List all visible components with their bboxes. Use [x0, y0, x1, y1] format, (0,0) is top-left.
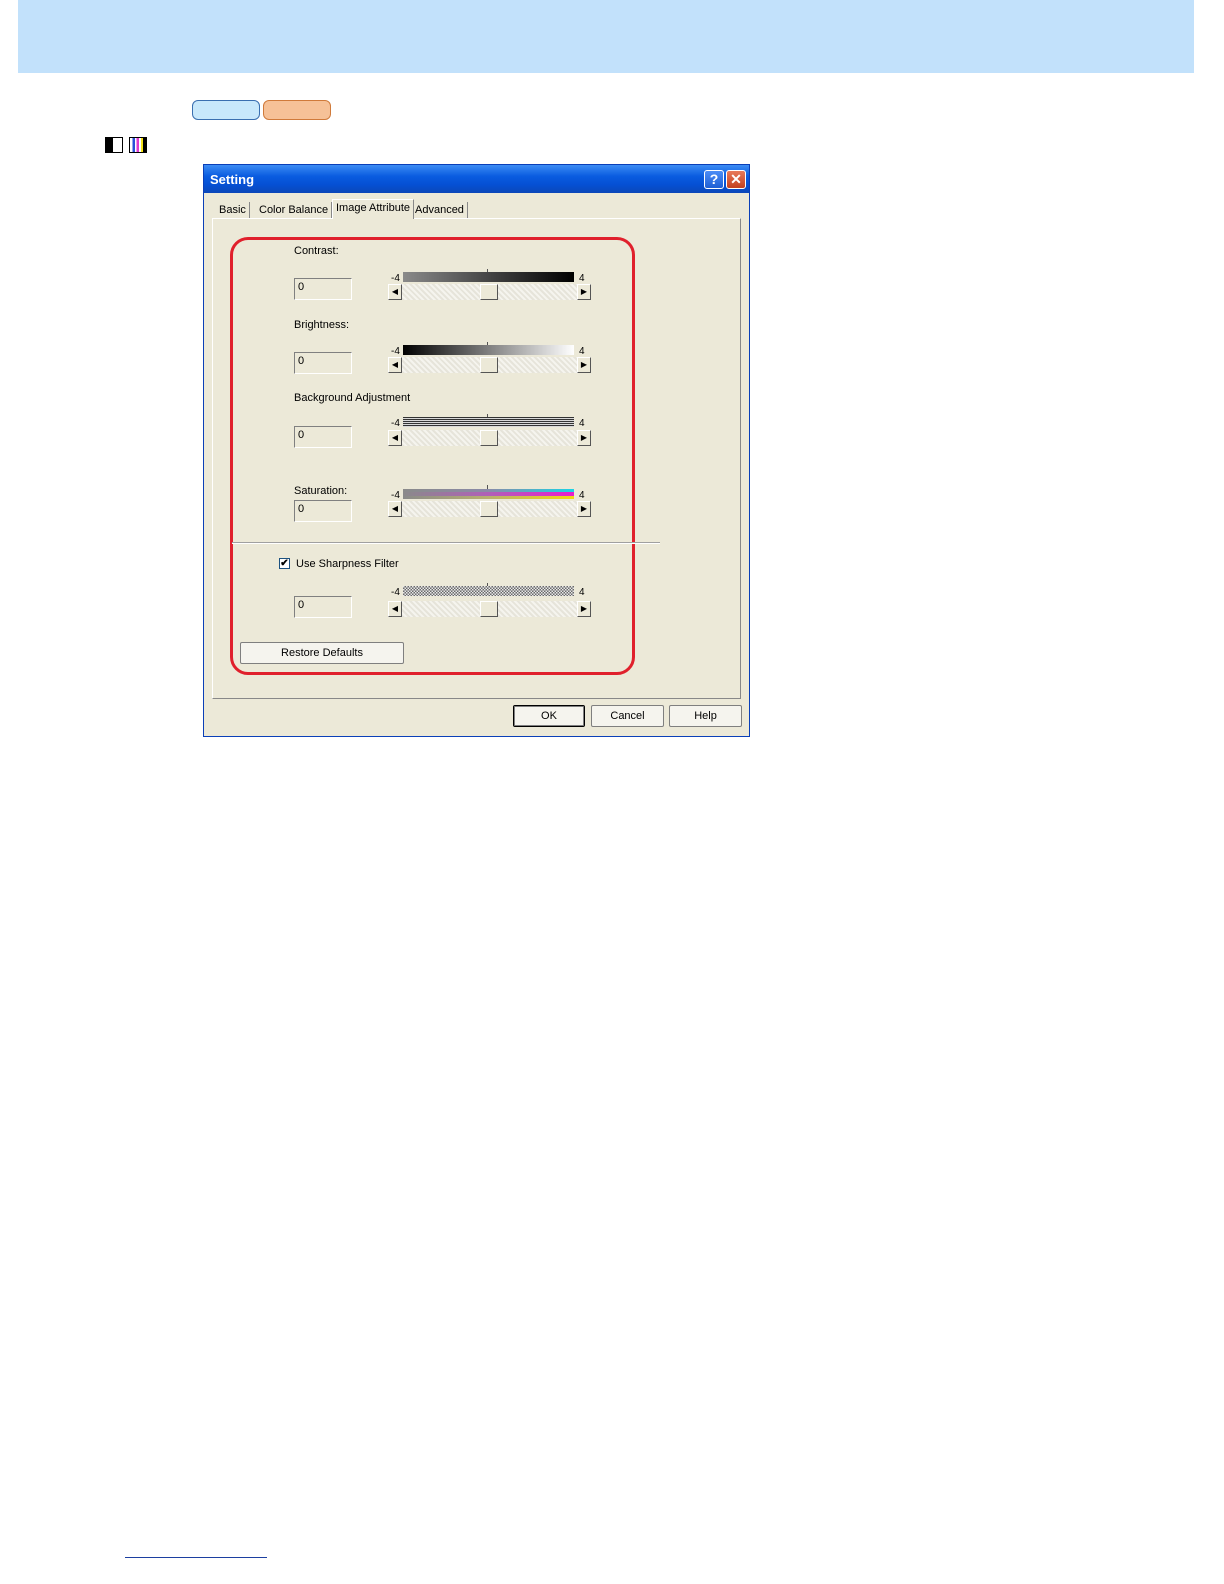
background-adjustment-label: Background Adjustment [294, 392, 411, 404]
sharpness-max-label: 4 [579, 587, 585, 598]
background-adjustment-slider-thumb[interactable] [480, 430, 498, 446]
brightness-min-label: -4 [391, 346, 400, 357]
left-arrow-icon[interactable]: ◀ [388, 430, 402, 446]
brightness-value-field[interactable]: 0 [294, 352, 352, 374]
sharpness-checkbox-label[interactable]: Use Sharpness Filter [296, 558, 399, 570]
background-adjustment-max-label: 4 [579, 418, 585, 429]
right-arrow-icon[interactable]: ▶ [577, 501, 591, 517]
contrast-slider[interactable]: ◀ ▶ [388, 284, 591, 300]
saturation-max-label: 4 [579, 490, 585, 501]
contrast-label: Contrast: [294, 245, 339, 257]
sharpness-value-field[interactable]: 0 [294, 596, 352, 618]
sharpness-slider[interactable]: ◀ ▶ [388, 601, 591, 617]
orange-tag [263, 100, 331, 120]
tab-basic[interactable]: Basic [216, 202, 250, 218]
sharpness-min-label: -4 [391, 587, 400, 598]
left-arrow-icon[interactable]: ◀ [388, 357, 402, 373]
tab-image-attribute[interactable]: Image Attribute [332, 199, 414, 219]
sharpness-slider-thumb[interactable] [480, 601, 498, 617]
color-mode-icon [129, 137, 147, 153]
header-band [18, 0, 1194, 73]
saturation-min-label: -4 [391, 490, 400, 501]
right-arrow-icon[interactable]: ▶ [577, 284, 591, 300]
contrast-min-label: -4 [391, 273, 400, 284]
brightness-gradient [403, 345, 574, 355]
contrast-slider-thumb[interactable] [480, 284, 498, 300]
saturation-value-field[interactable]: 0 [294, 500, 352, 522]
sharpness-checkbox[interactable]: ✔ [279, 558, 290, 569]
saturation-label: Saturation: [294, 485, 348, 497]
saturation-gradient-yellow [403, 496, 574, 499]
saturation-slider[interactable]: ◀ ▶ [388, 501, 591, 517]
dialog-titlebar[interactable]: Setting ? ✕ [204, 165, 749, 193]
ok-button[interactable]: OK [513, 705, 585, 727]
background-adjustment-value-field[interactable]: 0 [294, 426, 352, 448]
section-separator [232, 542, 660, 544]
question-mark-icon[interactable]: ? [704, 170, 724, 189]
contrast-max-label: 4 [579, 273, 585, 284]
left-arrow-icon[interactable]: ◀ [388, 501, 402, 517]
background-adjustment-min-label: -4 [391, 418, 400, 429]
right-arrow-icon[interactable]: ▶ [577, 430, 591, 446]
saturation-slider-thumb[interactable] [480, 501, 498, 517]
brightness-max-label: 4 [579, 346, 585, 357]
brightness-label: Brightness: [294, 319, 350, 331]
footer-link-underline[interactable] [125, 1557, 267, 1558]
sharpness-pattern [403, 586, 574, 596]
monochrome-mode-icon [105, 137, 123, 153]
help-button[interactable]: Help [669, 705, 742, 727]
left-arrow-icon[interactable]: ◀ [388, 601, 402, 617]
tab-color-balance[interactable]: Color Balance [256, 202, 333, 218]
contrast-gradient [403, 272, 574, 282]
setting-dialog: Setting ? ✕ Basic Color Balance Image At… [203, 164, 750, 737]
close-icon[interactable]: ✕ [726, 170, 746, 189]
right-arrow-icon[interactable]: ▶ [577, 357, 591, 373]
tab-advanced[interactable]: Advanced [412, 202, 468, 218]
right-arrow-icon[interactable]: ▶ [577, 601, 591, 617]
left-arrow-icon[interactable]: ◀ [388, 284, 402, 300]
cancel-button[interactable]: Cancel [591, 705, 664, 727]
brightness-slider[interactable]: ◀ ▶ [388, 357, 591, 373]
contrast-value-field[interactable]: 0 [294, 278, 352, 300]
restore-defaults-button[interactable]: Restore Defaults [240, 642, 404, 664]
blue-tag [192, 100, 260, 120]
background-adjustment-slider[interactable]: ◀ ▶ [388, 430, 591, 446]
brightness-slider-thumb[interactable] [480, 357, 498, 373]
dialog-title: Setting [210, 172, 255, 187]
background-adjustment-gradient [403, 417, 574, 427]
